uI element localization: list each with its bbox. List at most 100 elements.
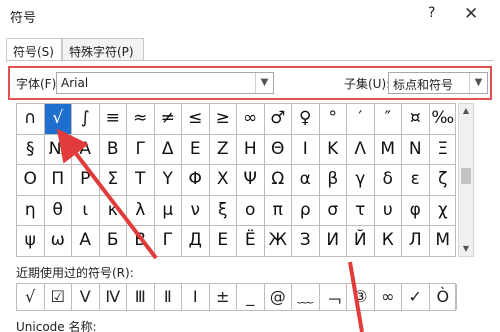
symbol-cell[interactable]: ∩ [17,104,45,135]
symbol-cell[interactable]: ρ [292,195,320,226]
symbol-cell[interactable]: ω [44,226,72,256]
symbol-cell[interactable]: Υ [154,165,182,196]
symbol-cell[interactable]: Ι [292,134,320,165]
symbol-cell[interactable]: ι [72,195,100,226]
symbol-cell[interactable]: Ψ [237,165,265,196]
symbol-cell[interactable]: Γ [127,134,155,165]
tab-symbols[interactable]: 符号(S) [6,38,62,62]
symbol-cell[interactable]: ° [319,104,347,135]
symbol-cell[interactable]: ο [237,195,265,226]
symbol-cell[interactable]: Й [347,226,375,256]
symbol-cell[interactable]: ¤ [402,104,430,135]
symbol-cell[interactable]: Ο [17,165,45,196]
symbol-cell[interactable]: Е [209,226,237,256]
symbol-cell[interactable]: ≥ [209,104,237,135]
symbol-cell[interactable]: ♀ [292,104,320,135]
symbol-cell[interactable]: К [374,226,402,256]
symbol-cell[interactable]: Ε [182,134,210,165]
recent-symbol-cell[interactable]: √ [17,284,45,310]
symbol-cell[interactable]: ≤ [182,104,210,135]
close-icon[interactable]: ✕ [464,4,478,24]
symbol-cell[interactable]: А [72,226,100,256]
symbol-cell[interactable]: Θ [264,134,292,165]
scroll-down-icon[interactable]: ▼ [459,242,473,256]
symbol-cell[interactable]: Δ [154,134,182,165]
symbol-cell[interactable]: α [292,165,320,196]
symbol-cell[interactable]: ∫ [72,104,100,135]
symbol-cell[interactable]: В [127,226,155,256]
symbol-cell[interactable]: М [429,226,455,256]
symbol-cell[interactable]: ≈ [127,104,155,135]
symbol-cell[interactable]: З [292,226,320,256]
scroll-thumb[interactable] [461,168,471,184]
recent-symbol-cell[interactable]: _ [237,284,265,310]
symbol-cell[interactable]: π [264,195,292,226]
symbol-cell[interactable]: Ρ [72,165,100,196]
symbol-cell[interactable]: ♂ [264,104,292,135]
subset-dropdown[interactable]: 标点和符号 ▼ [388,72,488,94]
scroll-up-icon[interactable]: ▲ [459,104,473,118]
tab-special-characters[interactable]: 特殊字符(P) [62,38,144,61]
symbol-cell[interactable]: ∞ [237,104,265,135]
symbol-cell-selected[interactable]: √ [44,104,72,135]
symbol-cell[interactable]: Ξ [429,135,455,165]
recent-symbol-cell[interactable]: @ [265,284,292,310]
symbol-cell[interactable]: Τ [127,165,155,196]
symbol-cell[interactable]: ξ [209,195,237,226]
symbol-cell[interactable]: Σ [99,165,127,196]
symbol-cell[interactable]: ≡ [99,104,127,135]
help-button[interactable]: ? [428,5,435,21]
symbol-cell[interactable]: γ [347,165,375,196]
symbol-cell[interactable]: Μ [374,134,402,165]
symbol-cell[interactable]: № [44,134,72,165]
symbol-cell[interactable]: λ [127,195,155,226]
symbol-cell[interactable]: Κ [319,134,347,165]
recent-symbol-cell[interactable]: ± [210,284,237,310]
chevron-down-icon[interactable]: ▼ [255,73,273,93]
symbol-cell[interactable]: Г [154,226,182,256]
recent-symbol-cell[interactable]: Ⅱ [155,284,182,310]
symbol-cell[interactable]: Ё [237,226,265,256]
symbol-cell[interactable]: И [319,226,347,256]
symbol-cell[interactable]: β [319,165,347,196]
symbol-cell[interactable]: τ [347,195,375,226]
symbol-cell[interactable]: Χ [209,165,237,196]
symbol-cell[interactable]: ‰ [429,104,455,135]
symbol-cell[interactable]: χ [429,196,455,226]
symbol-cell[interactable]: ≠ [154,104,182,135]
symbol-cell[interactable]: ′ [347,104,375,135]
recent-symbol-cell[interactable]: Ⅳ [100,284,127,310]
chevron-down-icon[interactable]: ▼ [469,73,487,93]
symbol-cell[interactable]: ε [402,165,430,196]
recent-symbol-cell[interactable]: Ⅰ [182,284,210,310]
recent-symbol-cell[interactable]: Ⅴ [72,284,100,310]
symbol-cell[interactable]: Д [182,226,210,256]
symbol-cell[interactable]: η [17,195,45,226]
symbol-cell[interactable]: Α [72,134,100,165]
recent-symbol-cell[interactable]: ✓ [402,284,430,310]
symbol-cell[interactable]: Φ [182,165,210,196]
recent-symbol-cell[interactable]: ﹁ [320,284,347,310]
symbol-cell[interactable]: φ [402,195,430,226]
symbol-cell[interactable]: Ω [264,165,292,196]
symbol-cell[interactable]: Η [237,134,265,165]
recent-symbol-cell[interactable]: ☑ [45,284,72,310]
symbol-cell[interactable]: υ [374,195,402,226]
symbol-cell[interactable]: ζ [429,165,455,196]
symbol-cell[interactable]: § [17,134,45,165]
symbol-cell[interactable]: Ж [264,226,292,256]
symbol-cell[interactable]: Б [99,226,127,256]
symbol-cell[interactable]: Β [99,134,127,165]
recent-symbol-cell[interactable]: Ò [430,284,457,310]
recent-symbol-cell[interactable]: Ⅲ [127,284,155,310]
symbol-cell[interactable]: Ζ [209,134,237,165]
symbol-cell[interactable]: Π [44,165,72,196]
symbol-cell[interactable]: ψ [17,226,45,256]
symbol-cell[interactable]: Λ [347,134,375,165]
recent-symbol-cell[interactable]: ﹏ [292,284,320,310]
symbol-cell[interactable]: Л [402,226,430,256]
font-dropdown[interactable]: Arial ▼ [56,72,274,94]
symbol-cell[interactable]: σ [319,195,347,226]
symbol-cell[interactable]: κ [99,195,127,226]
symbol-cell[interactable]: δ [374,165,402,196]
